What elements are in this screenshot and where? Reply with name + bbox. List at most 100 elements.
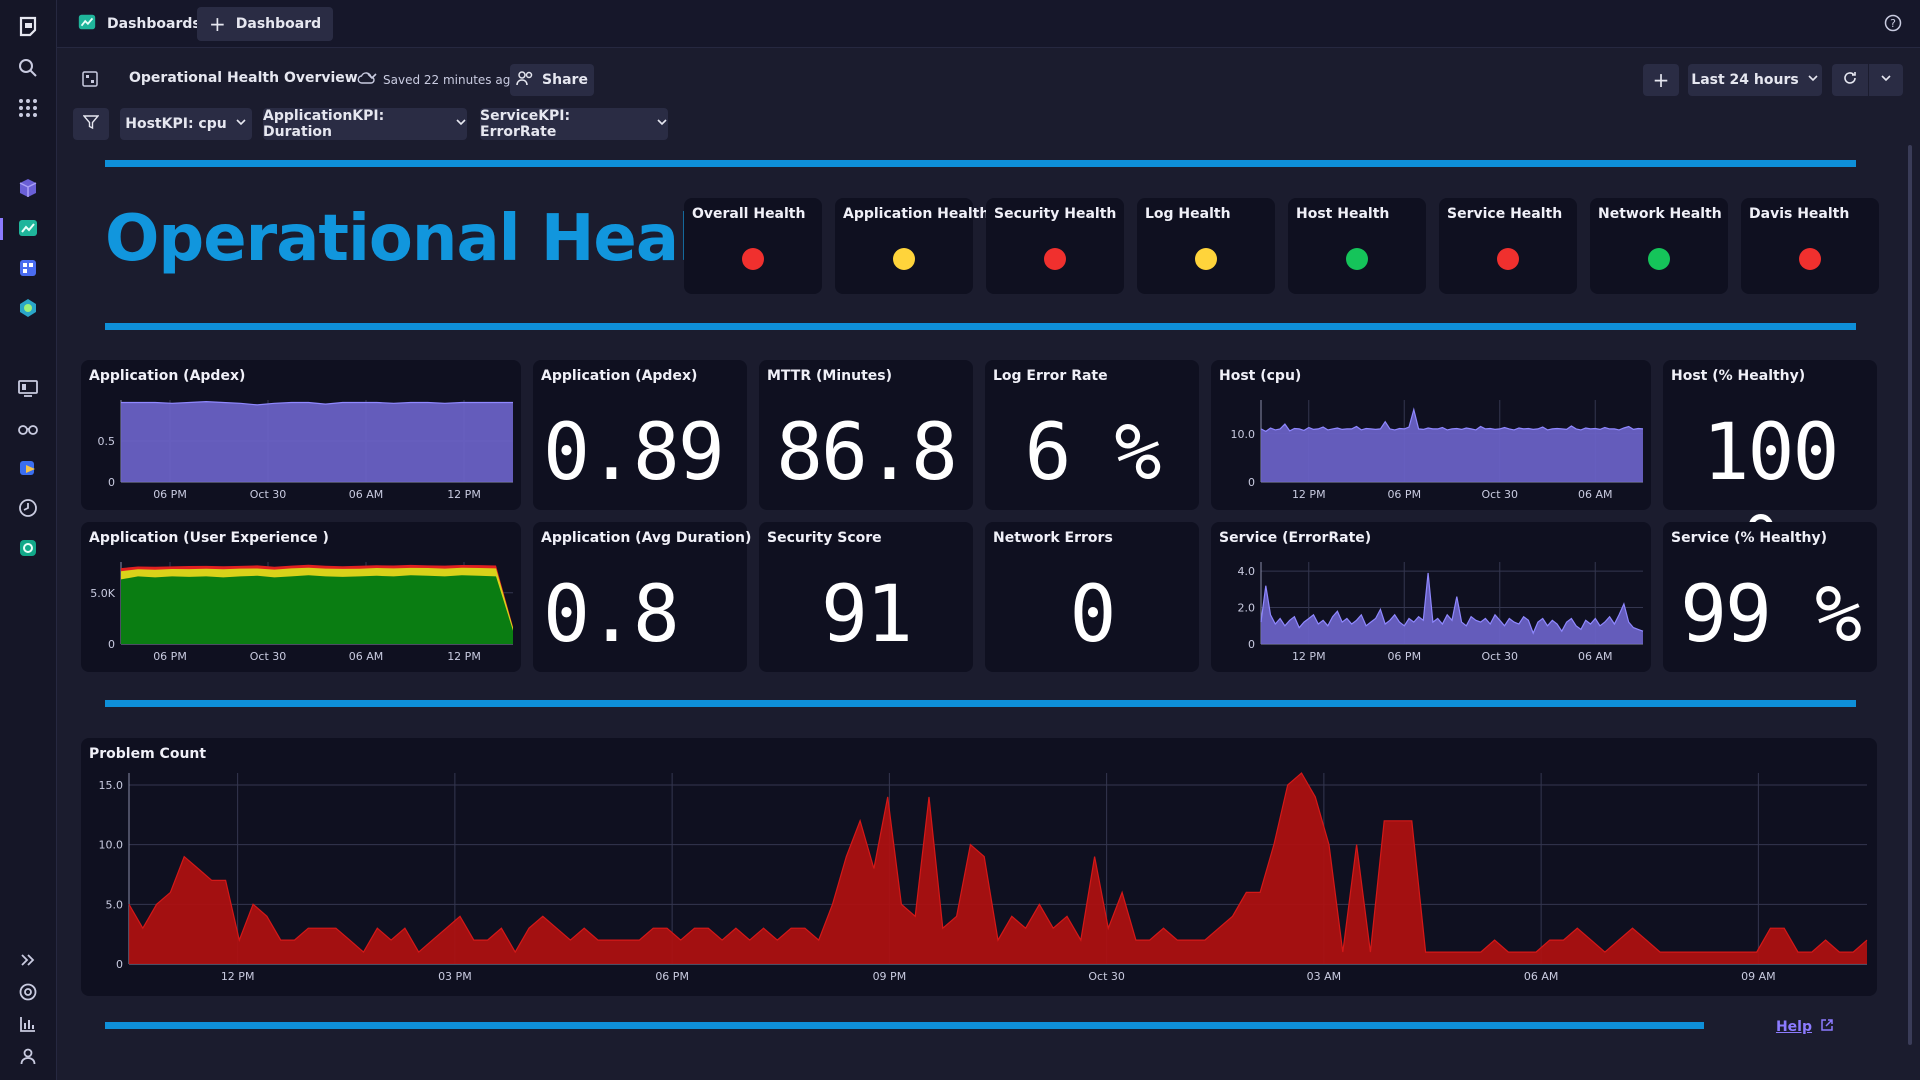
tile-title: Host (cpu) bbox=[1219, 368, 1302, 384]
host-healthy-tile[interactable]: Host (% Healthy) 100 % bbox=[1663, 360, 1877, 588]
dynatrace-logo-icon[interactable] bbox=[14, 12, 42, 40]
avg-duration-tile[interactable]: Application (Avg Duration) 0.8 bbox=[533, 522, 751, 672]
health-tile[interactable]: Overall Health bbox=[684, 198, 822, 294]
log-error-rate-tile[interactable]: Log Error Rate 6 % bbox=[985, 360, 1199, 510]
service-healthy-value: 99 % bbox=[1680, 570, 1862, 660]
cube-app-icon[interactable] bbox=[14, 174, 42, 202]
user-experience-tile[interactable]: Application (User Experience ) 06 PM Oct … bbox=[81, 522, 521, 672]
host-cpu-tile[interactable]: Host (cpu) 12 PM 06 PM Oct 30 06 AM 0 10.0 bbox=[1211, 360, 1651, 510]
health-tile-label: Davis Health bbox=[1749, 206, 1850, 222]
user-profile-icon[interactable] bbox=[14, 1042, 42, 1070]
dashboard-layout-icon[interactable] bbox=[81, 70, 99, 92]
workflow-app-icon[interactable] bbox=[14, 454, 42, 482]
x-tick-label: 03 AM bbox=[1307, 970, 1342, 983]
timeframe-selector[interactable]: Last 24 hours bbox=[1688, 64, 1822, 96]
series-line bbox=[1260, 407, 1644, 433]
tile-title: Host (% Healthy) bbox=[1671, 368, 1806, 384]
help-circle-icon[interactable]: ? bbox=[1884, 14, 1902, 36]
dashboards-app-tab[interactable]: Dashboards bbox=[65, 7, 213, 41]
x-tick-label: 06 AM bbox=[1578, 650, 1613, 663]
mttr-value: 86.8 bbox=[776, 408, 958, 498]
y-tick-label: 10.0 bbox=[1231, 428, 1256, 441]
refresh-options-button[interactable] bbox=[1869, 64, 1903, 96]
health-tile[interactable]: Security Health bbox=[986, 198, 1124, 294]
add-tile-button[interactable]: + bbox=[1643, 64, 1679, 96]
health-tile[interactable]: Service Health bbox=[1439, 198, 1577, 294]
expand-rail-icon[interactable] bbox=[14, 946, 42, 974]
cloud-icon bbox=[357, 71, 375, 88]
top-bar: Dashboards + Dashboard ? bbox=[57, 0, 1920, 48]
health-tile[interactable]: Network Health bbox=[1590, 198, 1728, 294]
area-series bbox=[1261, 572, 1643, 644]
filter-chip-application[interactable]: ApplicationKPI: Duration bbox=[263, 108, 467, 140]
apdex-chart-tile[interactable]: Application (Apdex) 06 PM Oct 30 06 AM 12 P… bbox=[81, 360, 521, 510]
health-status-indicator bbox=[1648, 248, 1670, 270]
health-status-indicator bbox=[1799, 248, 1821, 270]
usage-chart-icon[interactable] bbox=[14, 1010, 42, 1038]
service-healthy-tile[interactable]: Service (% Healthy) 99 % bbox=[1663, 522, 1877, 672]
binoculars-app-icon[interactable] bbox=[14, 414, 42, 442]
tile-title: Application (Avg Duration) bbox=[541, 530, 752, 546]
filter-chip-label: ServiceKPI: ErrorRate bbox=[480, 108, 571, 140]
dashboards-app-icon[interactable] bbox=[14, 214, 42, 242]
x-tick-label: 06 PM bbox=[1387, 488, 1421, 501]
health-tile-label: Log Health bbox=[1145, 206, 1231, 222]
series-line bbox=[128, 772, 1868, 954]
svg-text:?: ? bbox=[1890, 17, 1896, 30]
x-tick-label: 06 PM bbox=[153, 488, 187, 501]
x-tick-label: 06 AM bbox=[349, 488, 384, 501]
health-tile-label: Application Health bbox=[843, 206, 990, 222]
security-app-icon[interactable] bbox=[14, 534, 42, 562]
filter-chip-service[interactable]: ServiceKPI: ErrorRate bbox=[480, 108, 668, 140]
filter-button[interactable] bbox=[73, 108, 109, 140]
y-tick-label: 0 bbox=[108, 476, 115, 489]
security-score-tile[interactable]: Security Score 91 bbox=[759, 522, 973, 672]
filter-chip-label: HostKPI: cpu bbox=[125, 116, 227, 132]
avg-duration-value: 0.8 bbox=[543, 570, 680, 660]
health-tile[interactable]: Log Health bbox=[1137, 198, 1275, 294]
x-tick-label: 06 PM bbox=[655, 970, 689, 983]
filter-chip-host[interactable]: HostKPI: cpu bbox=[120, 108, 252, 140]
mttr-tile[interactable]: MTTR (Minutes) 86.8 bbox=[759, 360, 973, 510]
health-status-indicator bbox=[1346, 248, 1368, 270]
health-tile[interactable]: Host Health bbox=[1288, 198, 1426, 294]
tile-title: Service (ErrorRate) bbox=[1219, 530, 1372, 546]
help-link[interactable]: Help bbox=[1776, 1018, 1834, 1036]
problem-count-tile[interactable]: Problem Count 12 PM 03 PM 06 PM 09 PM Oct 30… bbox=[81, 738, 1877, 996]
x-tick-label: 03 PM bbox=[438, 970, 472, 983]
tile-title: Log Error Rate bbox=[993, 368, 1108, 384]
dashboard-name: Operational Health Overview bbox=[129, 70, 358, 86]
users-icon bbox=[516, 70, 534, 90]
x-tick-label: 12 PM bbox=[221, 970, 255, 983]
infrastructure-app-icon[interactable] bbox=[14, 374, 42, 402]
new-dashboard-tab[interactable]: + Dashboard bbox=[197, 7, 334, 41]
notebooks-app-icon[interactable] bbox=[14, 254, 42, 282]
share-button[interactable]: Share bbox=[510, 64, 594, 96]
dashboard-name-dropdown[interactable]: Operational Health Overview bbox=[129, 70, 378, 86]
health-tile-label: Service Health bbox=[1447, 206, 1563, 222]
clock-app-icon[interactable] bbox=[14, 494, 42, 522]
x-tick-label: 06 PM bbox=[1387, 650, 1421, 663]
plus-icon: + bbox=[209, 12, 226, 36]
search-icon[interactable] bbox=[14, 54, 42, 82]
network-errors-tile[interactable]: Network Errors 0 bbox=[985, 522, 1199, 672]
tile-title: Application (Apdex) bbox=[89, 368, 246, 384]
apdex-value: 0.89 bbox=[543, 408, 725, 498]
kubernetes-app-icon[interactable] bbox=[14, 294, 42, 322]
health-tile[interactable]: Davis Health bbox=[1741, 198, 1879, 294]
chevron-down-icon bbox=[1880, 72, 1892, 88]
dashboards-app-icon bbox=[77, 12, 97, 36]
service-error-rate-tile[interactable]: Service (ErrorRate) 12 PM 06 PM Oct 30 06 A… bbox=[1211, 522, 1651, 672]
chevron-down-icon bbox=[455, 116, 467, 132]
x-tick-label: 06 AM bbox=[1524, 970, 1559, 983]
x-tick-label: Oct 30 bbox=[250, 650, 287, 663]
apps-grid-icon[interactable] bbox=[14, 94, 42, 122]
area-series bbox=[1261, 409, 1643, 482]
refresh-button[interactable] bbox=[1832, 64, 1868, 96]
area-series bbox=[121, 401, 513, 482]
health-tile[interactable]: Application Health bbox=[835, 198, 989, 294]
divider-bar bbox=[105, 700, 1856, 707]
support-icon[interactable] bbox=[14, 978, 42, 1006]
vertical-scrollbar[interactable] bbox=[1908, 145, 1912, 1045]
apdex-value-tile[interactable]: Application (Apdex) 0.89 bbox=[533, 360, 747, 510]
